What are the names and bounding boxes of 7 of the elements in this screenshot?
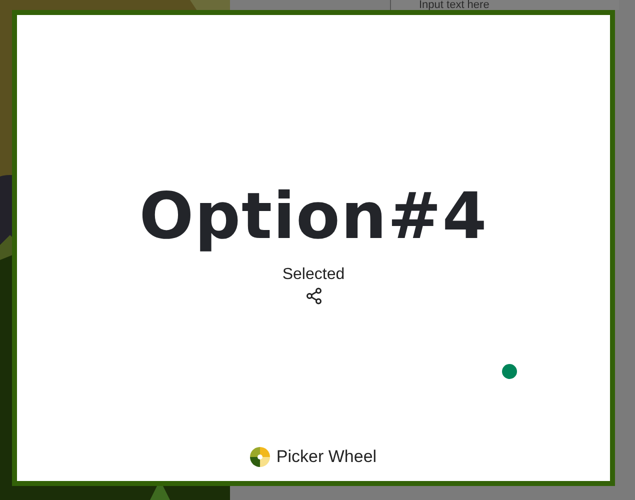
result-title: Option#4 (139, 179, 488, 256)
share-icon[interactable] (304, 287, 322, 305)
brand-name: Picker Wheel (276, 447, 377, 467)
input-field[interactable]: Input text here (390, 0, 619, 10)
marker-dot (502, 364, 517, 379)
wheel-logo-icon (250, 447, 270, 467)
selected-label: Selected (282, 266, 345, 284)
